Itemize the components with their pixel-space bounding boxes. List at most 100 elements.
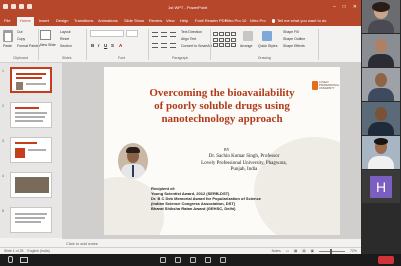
tab-nitro-10[interactable]: Nitro Pro 10	[225, 18, 246, 23]
reactions-icon[interactable]	[220, 257, 226, 263]
align-right-icon[interactable]	[170, 43, 176, 48]
thumb-title-line	[15, 107, 39, 109]
slide-thumbnail-5[interactable]	[10, 207, 52, 233]
font-color-button[interactable]: A	[119, 43, 122, 48]
tab-foxit[interactable]: Foxit Reader PDF	[195, 18, 227, 23]
underline-button[interactable]: U	[104, 43, 107, 48]
paste-button[interactable]: Paste	[3, 44, 12, 48]
participant-tile[interactable]	[362, 102, 400, 135]
powerpoint-window: 1st WPT - PowerPoint – □ ✕ File Home Ins…	[0, 0, 361, 254]
divider	[86, 29, 87, 60]
participant-tile[interactable]	[362, 0, 400, 33]
slide-thumbnail-1[interactable]	[10, 67, 52, 93]
reset-button[interactable]: Reset	[60, 37, 69, 41]
text-direction-button[interactable]: Text Direction	[181, 30, 202, 34]
tell-me-search[interactable]: Tell me what you want to do	[272, 18, 326, 23]
quick-styles-icon[interactable]	[262, 31, 272, 41]
font-family-select[interactable]	[90, 30, 124, 37]
italic-button[interactable]: I	[98, 43, 99, 48]
participant-tile[interactable]: H	[362, 170, 400, 203]
section-button[interactable]: Section	[60, 44, 72, 48]
tab-slide-show[interactable]: Slide Show	[124, 18, 144, 23]
align-center-icon[interactable]	[161, 43, 167, 48]
tab-view[interactable]: View	[166, 18, 175, 23]
bullets-icon[interactable]	[152, 32, 158, 37]
convert-smartart-button[interactable]: Convert to SmartArt	[181, 44, 212, 48]
status-bar: Slide 1 of 25 English (India) Notes ▭ ▦ …	[0, 247, 361, 254]
shape-effects-button[interactable]: Shape Effects	[283, 44, 305, 48]
slide-thumbnail-3[interactable]	[10, 137, 52, 163]
minimize-button[interactable]: –	[333, 4, 336, 10]
participants-icon[interactable]	[160, 257, 166, 263]
shape-outline-button[interactable]: Shape Outline	[283, 37, 305, 41]
normal-view-icon[interactable]: ▭	[286, 249, 289, 253]
tab-help[interactable]: Help	[180, 18, 188, 23]
thumb-text-line	[28, 149, 46, 151]
tab-file[interactable]: File	[4, 18, 10, 23]
format-painter-button[interactable]: Format Painter	[17, 44, 40, 48]
align-text-button[interactable]: Align Text	[181, 37, 196, 41]
zoom-level[interactable]: 72%	[350, 249, 357, 253]
divider	[38, 29, 39, 60]
language-indicator[interactable]: English (India)	[27, 249, 49, 253]
shapes-gallery[interactable]	[213, 32, 237, 48]
close-button[interactable]: ✕	[353, 4, 357, 10]
undo-icon[interactable]	[11, 4, 16, 9]
tab-transitions[interactable]: Transitions	[74, 18, 93, 23]
drawing-group-label: Drawing	[258, 56, 271, 60]
quick-styles-button[interactable]: Quick Styles	[258, 44, 277, 48]
tab-insert[interactable]: Insert	[39, 18, 49, 23]
new-slide-icon[interactable]	[40, 30, 51, 40]
tab-review[interactable]: Review	[149, 18, 162, 23]
share-screen-icon[interactable]	[190, 257, 196, 263]
arrange-icon[interactable]	[243, 31, 253, 41]
font-size-select[interactable]	[126, 30, 138, 37]
sorter-view-icon[interactable]: ▦	[294, 249, 297, 253]
notes-toggle[interactable]: Notes	[272, 249, 281, 253]
indent-icon[interactable]	[170, 32, 176, 37]
title-line-1: Overcoming the bioavailability	[149, 87, 295, 99]
save-icon[interactable]	[3, 4, 8, 9]
new-slide-button[interactable]: New Slide	[40, 43, 56, 47]
status-left: Slide 1 of 25 English (India)	[4, 249, 50, 253]
slide-title[interactable]: Overcoming the bioavailability of poorly…	[108, 87, 336, 126]
slide-thumbnail-4[interactable]	[10, 172, 52, 198]
current-slide[interactable]: LOVELY PROFESSIONAL UNIVERSITY Overcomin…	[104, 67, 340, 235]
tab-animations[interactable]: Animations	[98, 18, 118, 23]
copy-button[interactable]: Copy	[17, 37, 25, 41]
end-meeting-button[interactable]	[378, 256, 394, 264]
tab-nitro[interactable]: Nitro Pro	[250, 18, 266, 23]
layout-button[interactable]: Layout	[60, 30, 71, 34]
bold-button[interactable]: B	[91, 43, 94, 48]
arrange-button[interactable]: Arrange	[240, 44, 252, 48]
tab-design[interactable]: Design	[56, 18, 68, 23]
zoom-slider[interactable]	[318, 248, 345, 254]
title-line-3: nanotechnology approach	[161, 113, 283, 125]
chat-icon[interactable]	[175, 257, 181, 263]
camera-icon[interactable]	[20, 257, 28, 263]
participant-face	[375, 107, 387, 121]
cut-button[interactable]: Cut	[17, 30, 22, 34]
paste-icon[interactable]	[3, 30, 13, 42]
presenter-photo	[118, 143, 148, 179]
notes-pane[interactable]: Click to add notes	[62, 238, 361, 247]
present-icon[interactable]	[27, 4, 32, 9]
participant-tile[interactable]	[362, 34, 400, 67]
participant-hair	[374, 138, 388, 145]
participant-tile[interactable]	[362, 136, 400, 169]
participant-tile[interactable]	[362, 68, 400, 101]
author-location: Punjab, India	[230, 167, 258, 172]
participant-face	[375, 73, 387, 87]
shape-fill-button[interactable]: Shape Fill	[283, 30, 299, 34]
slideshow-view-icon[interactable]: ▣	[311, 249, 314, 253]
align-left-icon[interactable]	[152, 43, 158, 48]
redo-icon[interactable]	[19, 4, 24, 9]
maximize-button[interactable]: □	[343, 4, 346, 10]
microphone-icon[interactable]	[8, 256, 13, 263]
slide-thumbnail-2[interactable]	[10, 102, 52, 128]
numbering-icon[interactable]	[161, 32, 167, 37]
record-icon[interactable]	[205, 257, 211, 263]
shadow-button[interactable]: S	[111, 43, 114, 48]
reading-view-icon[interactable]: ▤	[302, 249, 305, 253]
tab-home[interactable]: Home	[17, 17, 34, 26]
